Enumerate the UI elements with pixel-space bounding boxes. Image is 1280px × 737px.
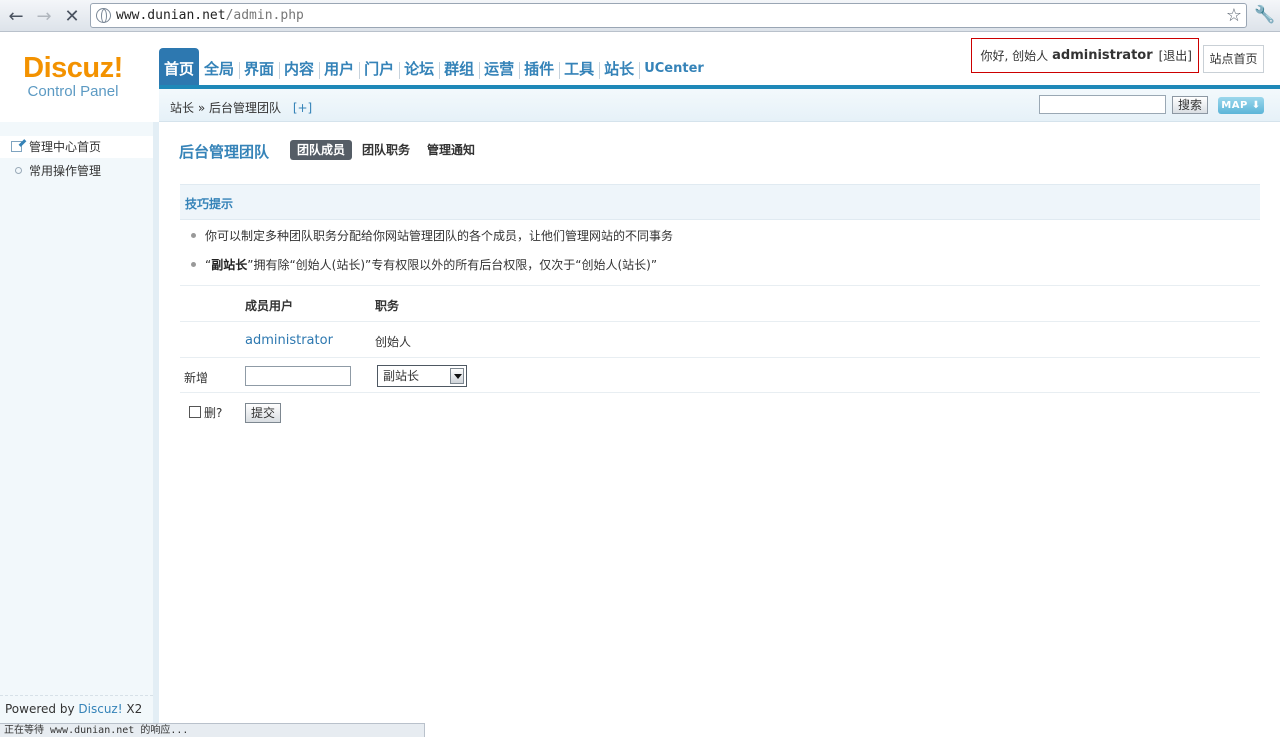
nav-item-portal[interactable]: 门户 xyxy=(359,48,399,88)
table-row-new: 新增 副站长 xyxy=(180,357,1260,393)
powered-by: Powered by Discuz! X2 xyxy=(5,702,142,716)
tips-header: 技巧提示 xyxy=(180,184,1260,220)
globe-icon xyxy=(96,8,111,23)
submit-button[interactable]: 提交 xyxy=(245,403,281,423)
logo-sub-text: Control Panel xyxy=(27,83,119,100)
nav-item-plugin[interactable]: 插件 xyxy=(519,48,559,88)
tab-bar: 团队成员 团队职务 管理通知 xyxy=(290,140,482,160)
search-input[interactable] xyxy=(1039,95,1166,114)
nav-item-ucenter[interactable]: UCenter xyxy=(639,48,709,88)
tab-team-roles[interactable]: 团队职务 xyxy=(355,140,417,160)
table-header-row: 成员用户 职务 xyxy=(180,285,1260,321)
role-select[interactable]: 副站长 xyxy=(377,365,467,387)
nav-item-users[interactable]: 用户 xyxy=(319,48,359,88)
nav-item-forum[interactable]: 论坛 xyxy=(399,48,439,88)
role-select-value: 副站长 xyxy=(383,369,420,383)
nav-item-content[interactable]: 内容 xyxy=(279,48,319,88)
url-host: www.dunian.net xyxy=(116,8,226,23)
user-greeting: 你好, 创始人 xyxy=(980,49,1049,63)
powered-prefix: Powered by xyxy=(5,702,75,716)
breadcrumb-bar: 站长 » 后台管理团队 [+] 搜索 MAP ⬇ xyxy=(159,89,1280,122)
nav-item-operation[interactable]: 运营 xyxy=(479,48,519,88)
powered-version: X2 xyxy=(126,702,143,716)
back-arrow-icon: ← xyxy=(8,5,24,27)
wrench-icon[interactable]: 🔧 xyxy=(1254,5,1275,25)
new-member-label: 新增 xyxy=(184,371,209,385)
delete-label: 删? xyxy=(204,406,223,420)
map-button[interactable]: MAP ⬇ xyxy=(1218,97,1264,114)
sidebar-item-label: 常用操作管理 xyxy=(29,164,102,178)
main-content: 后台管理团队 团队成员 团队职务 管理通知 技巧提示 你可以制定多种团队职务分配… xyxy=(159,123,1280,723)
column-header-user: 成员用户 xyxy=(245,299,294,313)
sidebar-item-common-ops[interactable]: 常用操作管理 xyxy=(0,160,153,182)
nav-item-founder[interactable]: 站长 xyxy=(599,48,639,88)
user-name: administrator xyxy=(1052,48,1153,63)
stop-icon: ✕ xyxy=(64,5,80,27)
back-button[interactable]: ← xyxy=(4,4,28,28)
add-shortcut-link[interactable]: [+] xyxy=(293,101,312,115)
tips-title: 技巧提示 xyxy=(185,197,234,211)
tip-rest: ”拥有除“创始人(站长)”专有权限以外的所有后台权限，仅次于“创始人(站长)” xyxy=(247,258,658,272)
discuz-logo[interactable]: Discuz! Control Panel xyxy=(0,53,146,100)
nav-item-style[interactable]: 界面 xyxy=(239,48,279,88)
tip-bold-role: 副站长 xyxy=(211,258,248,272)
member-role: 创始人 xyxy=(375,335,412,349)
nav-item-group[interactable]: 群组 xyxy=(439,48,479,88)
column-header-role: 职务 xyxy=(375,299,400,313)
search-button[interactable]: 搜索 xyxy=(1172,96,1208,114)
user-info: 你好, 创始人 administrator [退出] xyxy=(971,38,1199,73)
bookmark-star-icon[interactable]: ☆ xyxy=(1226,5,1242,26)
logout-link[interactable]: [退出] xyxy=(1159,47,1192,64)
address-bar[interactable]: www.dunian.net/admin.php ☆ xyxy=(90,3,1247,28)
site-home-button[interactable]: 站点首页 xyxy=(1203,45,1264,73)
url-path: /admin.php xyxy=(225,8,304,23)
tip-item: 你可以制定多种团队职务分配给你网站管理团队的各个成员，让他们管理网站的不同事务 xyxy=(190,229,674,243)
sidebar-item-admin-home[interactable]: 管理中心首页 xyxy=(0,136,153,158)
circle-bullet-icon xyxy=(15,167,22,174)
breadcrumb-path: 站长 » 后台管理团队 xyxy=(170,101,281,115)
tab-team-members[interactable]: 团队成员 xyxy=(290,140,353,160)
dropdown-arrow-icon xyxy=(450,368,464,384)
forward-button[interactable]: → xyxy=(32,4,56,28)
status-bar: 正在等待 www.dunian.net 的响应... xyxy=(0,723,425,737)
main-nav: 首页 全局 界面 内容 用户 门户 论坛 群组 运营 插件 工具 站长 UCen… xyxy=(159,47,709,88)
browser-toolbar: ← → ✕ www.dunian.net/admin.php ☆ 🔧 xyxy=(0,0,1280,32)
stop-button[interactable]: ✕ xyxy=(60,4,84,28)
sidebar-divider xyxy=(0,695,153,696)
logo-main-text: Discuz! xyxy=(23,52,123,84)
sidebar: 管理中心首页 常用操作管理 Powered by Discuz! X2 xyxy=(0,122,159,737)
powered-brand-link[interactable]: Discuz! xyxy=(78,702,122,716)
sidebar-item-label: 管理中心首页 xyxy=(29,140,102,154)
tip-item: “副站长”拥有除“创始人(站长)”专有权限以外的所有后台权限，仅次于“创始人(站… xyxy=(190,256,658,273)
nav-item-global[interactable]: 全局 xyxy=(199,48,239,88)
tab-admin-notices[interactable]: 管理通知 xyxy=(420,140,482,160)
page-title: 后台管理团队 xyxy=(179,143,270,161)
breadcrumb: 站长 » 后台管理团队 [+] xyxy=(170,99,312,116)
nav-item-tools[interactable]: 工具 xyxy=(559,48,599,88)
forward-arrow-icon: → xyxy=(36,5,52,27)
new-member-input[interactable] xyxy=(245,366,351,386)
table-row: administrator 创始人 xyxy=(180,321,1260,357)
delete-checkbox[interactable] xyxy=(189,406,201,418)
nav-item-home[interactable]: 首页 xyxy=(159,48,200,88)
member-user-link[interactable]: administrator xyxy=(245,333,333,348)
address-url: www.dunian.net/admin.php xyxy=(116,8,304,23)
edit-icon xyxy=(11,141,22,152)
